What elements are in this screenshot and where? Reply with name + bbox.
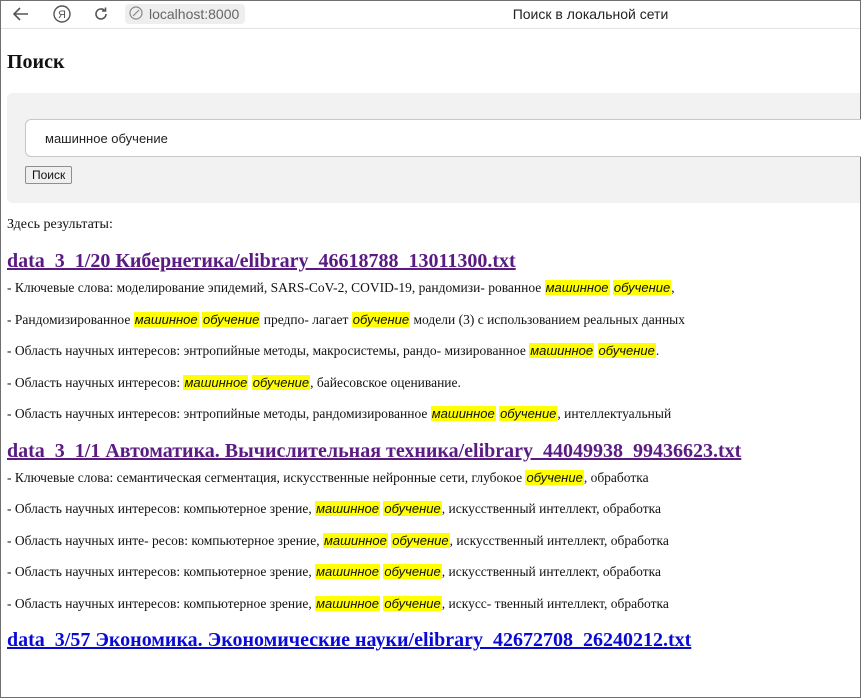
result-snippet: - Область научных интересов: компьютерно… [7, 500, 860, 518]
snippet-text: - Рандомизированное [7, 311, 134, 327]
snippet-text: , обработка [583, 469, 649, 485]
snippet-text: модели (3) с использованием реальных дан… [410, 311, 685, 327]
results-label: Здесь результаты: [7, 217, 113, 232]
search-term-highlight: обучение [202, 311, 261, 327]
result-snippet: - Ключевые слова: моделирование эпидемий… [7, 279, 860, 297]
snippet-text: , байесовское оценивание. [310, 374, 461, 390]
snippet-text: - Область научных интересов: компьютерно… [7, 501, 316, 516]
snippet-text: , искусс- твенный интеллект, обработка [441, 595, 669, 611]
search-term-highlight: обучение [391, 532, 450, 548]
result-snippet: - Область научных интересов: компьютерно… [7, 563, 860, 581]
page-content: Поиск Поиск Здесь результаты: data_3_1/2… [7, 29, 861, 651]
search-term-highlight: обучение [383, 501, 442, 516]
search-input[interactable] [25, 119, 861, 157]
snippet-text: - Ключевые слова: моделирование эпидемий… [7, 280, 545, 295]
snippet-text: , искусственный интеллект, обработка [441, 501, 661, 516]
search-term-highlight: обучение [525, 469, 584, 485]
result-snippet: - Рандомизированное машинное обучение пр… [7, 311, 860, 329]
snippet-text: предпо- лагает [260, 311, 352, 327]
snippet-text: - Область научных инте- ресов: компьютер… [7, 532, 323, 548]
result-snippet: - Область научных интересов: компьютерно… [7, 595, 860, 613]
browser-toolbar: Я localhost:8000 Поиск в локальной сети [1, 1, 860, 29]
snippet-text: , [671, 280, 675, 295]
snippet-text: - Область научных интересов: энтропийные… [7, 343, 530, 358]
result-snippet: - Ключевые слова: семантическая сегмента… [7, 469, 860, 487]
snippet-text: - Область научных интересов: [7, 374, 184, 390]
search-term-highlight: обучение [251, 374, 311, 390]
search-term-highlight: обучение [612, 280, 672, 295]
results-list: data_3_1/20 Кибернетика/elibrary_4661878… [7, 247, 860, 658]
result-item: data_3_1/20 Кибернетика/elibrary_4661878… [7, 247, 860, 423]
snippet-text: , искусственный интеллект, обработка [449, 532, 669, 548]
page-tab-title: Поиск в локальной сети [512, 6, 669, 22]
snippet-text: . [655, 343, 660, 358]
result-title-link[interactable]: data_3_1/20 Кибернетика/elibrary_4661878… [7, 247, 860, 275]
result-item: data_3_1/1 Автоматика. Вычислительная те… [7, 437, 860, 613]
search-term-highlight: машинное [183, 374, 249, 390]
result-snippet: - Область научных интересов: энтропийные… [7, 405, 860, 423]
search-button[interactable]: Поиск [25, 166, 73, 184]
search-term-highlight: обучение [351, 311, 411, 327]
page-title: Поиск [7, 51, 65, 73]
result-title-link[interactable]: data_3/57 Экономика. Экономические науки… [7, 626, 860, 654]
search-term-highlight: обучение [383, 564, 442, 579]
search-term-highlight: машинное [133, 311, 199, 327]
search-term-highlight: машинное [315, 595, 381, 611]
result-title-link[interactable]: data_3_1/1 Автоматика. Вычислительная те… [7, 437, 860, 465]
snippet-text: - Область научных интересов: компьютерно… [7, 564, 316, 579]
snippet-text: , искусственный интеллект, обработка [441, 564, 661, 579]
search-term-highlight: машинное [315, 564, 381, 579]
search-term-highlight: обучение [597, 343, 656, 358]
snippet-text: - Область научных интересов: энтропийные… [7, 406, 431, 421]
result-snippet: - Область научных интересов: энтропийные… [7, 342, 860, 360]
result-snippet: - Область научных интересов: машинное об… [7, 374, 860, 392]
search-term-highlight: машинное [544, 280, 610, 295]
search-term-highlight: машинное [529, 343, 595, 358]
snippet-text: - Ключевые слова: семантическая сегмента… [7, 469, 526, 485]
search-term-highlight: обучение [383, 595, 442, 611]
search-term-highlight: обучение [499, 406, 558, 421]
snippet-text: , интеллектуальный [557, 406, 672, 421]
search-term-highlight: машинное [322, 532, 388, 548]
search-term-highlight: машинное [430, 406, 496, 421]
search-term-highlight: машинное [315, 501, 381, 516]
result-item: data_3/57 Экономика. Экономические науки… [7, 626, 860, 654]
search-panel: Поиск [7, 93, 861, 203]
snippet-text: - Область научных интересов: компьютерно… [7, 595, 316, 611]
result-snippet: - Область научных инте- ресов: компьютер… [7, 532, 860, 550]
snippet-text [594, 343, 597, 358]
